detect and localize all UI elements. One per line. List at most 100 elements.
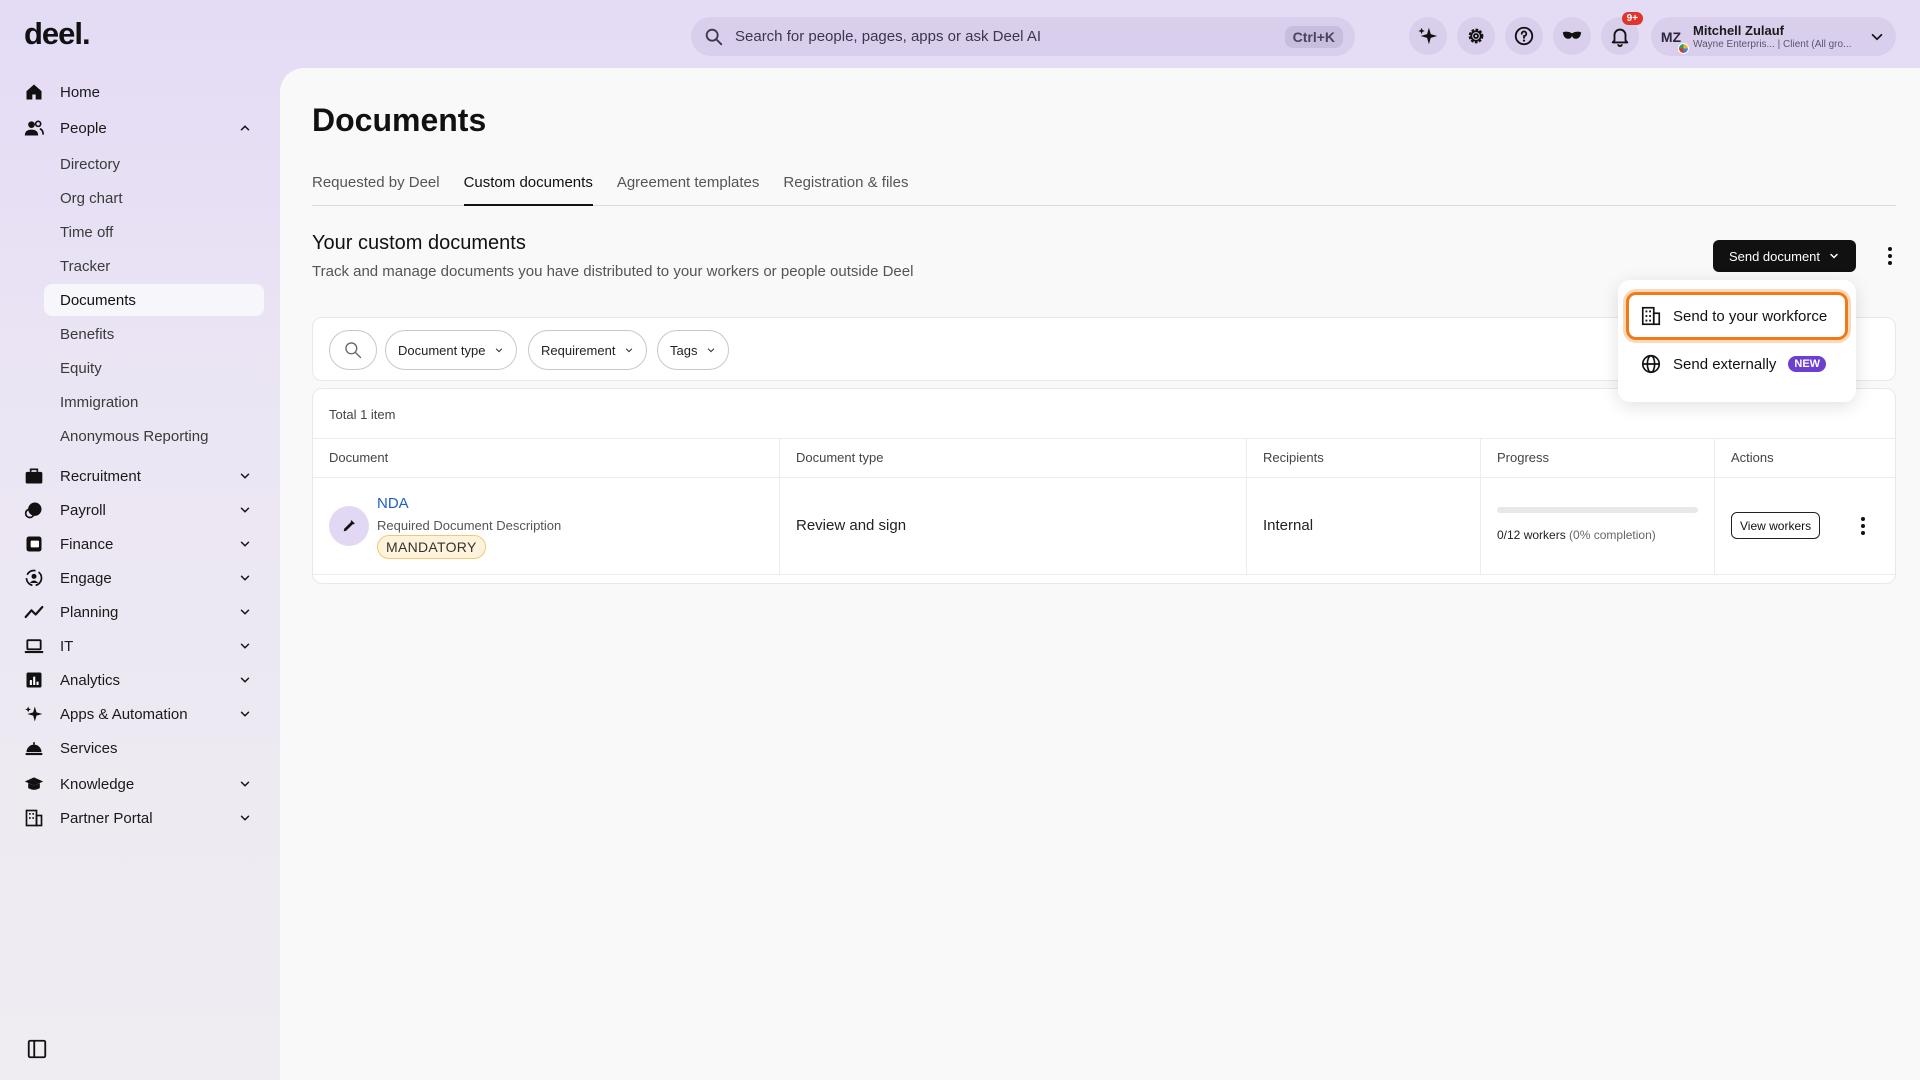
finance-icon — [24, 534, 44, 554]
chevron-down-icon — [238, 537, 252, 551]
filter-tags[interactable]: Tags — [657, 330, 730, 370]
sidebar-item-planning[interactable]: Planning — [24, 595, 264, 629]
people-icon — [24, 118, 44, 138]
documents-table: Total 1 item Document Document type Reci… — [312, 388, 1896, 584]
sidebar-item-analytics[interactable]: Analytics — [24, 663, 264, 697]
chevron-down-icon — [238, 639, 252, 653]
building-icon — [24, 808, 44, 828]
notifications-button[interactable]: 9+ — [1601, 12, 1643, 55]
sparkle-icon — [24, 704, 44, 724]
search-placeholder: Search for people, pages, apps or ask De… — [735, 28, 1042, 45]
progress-text: 0/12 workers (0% completion) — [1497, 528, 1656, 542]
profile-org: Wayne Enterpris... | Client (All gro... — [1693, 38, 1852, 50]
incognito-button[interactable] — [1553, 17, 1591, 55]
home-icon — [24, 82, 44, 102]
chevron-down-icon — [238, 605, 252, 619]
help-icon — [1513, 25, 1535, 47]
sidebar-subitem-documents[interactable]: Documents — [44, 284, 264, 316]
sidebar-item-partner-portal[interactable]: Partner Portal — [24, 801, 264, 835]
section-title: Your custom documents — [312, 232, 526, 254]
sidebar-subitem-anonymous-reporting[interactable]: Anonymous Reporting — [44, 420, 264, 452]
new-badge: NEW — [1788, 356, 1827, 372]
mandatory-badge: MANDATORY — [377, 535, 486, 559]
tab-requested-by-deel[interactable]: Requested by Deel — [312, 172, 440, 206]
document-description: Required Document Description — [377, 518, 562, 533]
chevron-down-icon — [697, 345, 716, 355]
chevron-up-icon — [238, 121, 252, 135]
sidebar-item-services[interactable]: Services — [24, 731, 264, 765]
send-document-button[interactable]: Send document — [1713, 240, 1856, 272]
avatar: MZ — [1655, 20, 1689, 54]
help-button[interactable] — [1505, 17, 1543, 55]
trend-icon — [24, 602, 44, 622]
sidebar-item-people[interactable]: People — [24, 111, 264, 145]
chevron-down-icon — [238, 811, 252, 825]
column-header-recipients: Recipients — [1247, 439, 1481, 477]
sidebar-subitem-org-chart[interactable]: Org chart — [44, 182, 264, 214]
filter-search-button[interactable] — [329, 330, 377, 370]
sidebar-collapse-icon[interactable] — [26, 1038, 48, 1060]
gear-icon — [1465, 25, 1487, 47]
sparkle-icon — [1417, 25, 1439, 47]
search-icon — [343, 340, 363, 360]
sidebar-item-payroll[interactable]: Payroll — [24, 493, 264, 527]
sidebar-item-recruitment[interactable]: Recruitment — [24, 459, 264, 493]
filter-requirement[interactable]: Requirement — [528, 330, 648, 370]
view-workers-button[interactable]: View workers — [1731, 512, 1821, 539]
briefcase-icon — [24, 466, 44, 486]
column-header-document-type: Document type — [780, 439, 1247, 477]
chevron-down-icon — [615, 345, 634, 355]
total-count: Total 1 item — [329, 407, 396, 422]
section-subtitle: Track and manage documents you have dist… — [312, 263, 914, 280]
search-icon — [703, 26, 725, 48]
progress-bar — [1497, 507, 1698, 513]
sidebar-item-home[interactable]: Home — [24, 75, 264, 109]
document-name-link[interactable]: NDA — [377, 495, 409, 512]
sidebar-subitem-tracker[interactable]: Tracker — [44, 250, 264, 282]
laptop-icon — [24, 636, 44, 656]
profile-menu[interactable]: MZ Mitchell Zulauf Wayne Enterpris... | … — [1651, 17, 1896, 56]
chevron-down-icon — [238, 503, 252, 517]
sidebar-item-apps-automation[interactable]: Apps & Automation — [24, 697, 264, 731]
profile-name: Mitchell Zulauf — [1693, 22, 1784, 38]
tab-registration-files[interactable]: Registration & files — [783, 172, 908, 206]
sidebar-subitem-directory[interactable]: Directory — [44, 148, 264, 180]
column-header-progress: Progress — [1481, 439, 1715, 477]
analytics-icon — [24, 670, 44, 690]
sidebar-item-engage[interactable]: Engage — [24, 561, 264, 595]
engage-icon — [24, 568, 44, 588]
sidebar-item-knowledge[interactable]: Knowledge — [24, 767, 264, 801]
more-options-icon[interactable] — [1878, 244, 1902, 268]
sidebar-item-finance[interactable]: Finance — [24, 527, 264, 561]
services-icon — [24, 738, 44, 758]
signature-icon — [329, 506, 369, 546]
tab-custom-documents[interactable]: Custom documents — [463, 172, 593, 206]
cell-document: NDA Required Document Description MANDAT… — [313, 478, 780, 574]
sidebar-subitem-time-off[interactable]: Time off — [44, 216, 264, 248]
progress-percent: (0% completion) — [1569, 528, 1656, 542]
mask-icon — [1561, 25, 1583, 47]
deel-ai-button[interactable] — [1409, 17, 1447, 55]
sidebar-subitem-equity[interactable]: Equity — [44, 352, 264, 384]
tab-agreement-templates[interactable]: Agreement templates — [617, 172, 760, 206]
deel-logo[interactable]: deel. — [24, 16, 91, 52]
building-icon — [1640, 305, 1673, 327]
cell-recipients: Internal — [1247, 478, 1481, 574]
cell-document-type: Review and sign — [780, 478, 1247, 574]
progress-count: 0/12 workers — [1497, 528, 1566, 542]
global-search[interactable]: Search for people, pages, apps or ask De… — [691, 17, 1355, 56]
send-externally-option[interactable]: Send externally NEW — [1626, 340, 1848, 388]
chevron-down-icon — [1868, 28, 1886, 46]
sidebar-item-it[interactable]: IT — [24, 629, 264, 663]
graduation-icon — [24, 774, 44, 794]
send-to-workforce-option[interactable]: Send to your workforce — [1626, 292, 1848, 340]
search-shortcut: Ctrl+K — [1284, 25, 1343, 48]
chevron-down-icon — [238, 571, 252, 585]
payroll-icon — [24, 500, 44, 520]
sidebar-subitem-immigration[interactable]: Immigration — [44, 386, 264, 418]
settings-button[interactable] — [1457, 17, 1495, 55]
org-logo-icon — [1678, 42, 1689, 54]
sidebar-subitem-benefits[interactable]: Benefits — [44, 318, 264, 350]
row-more-options-icon[interactable] — [1851, 514, 1875, 538]
filter-document-type[interactable]: Document type — [385, 330, 518, 370]
